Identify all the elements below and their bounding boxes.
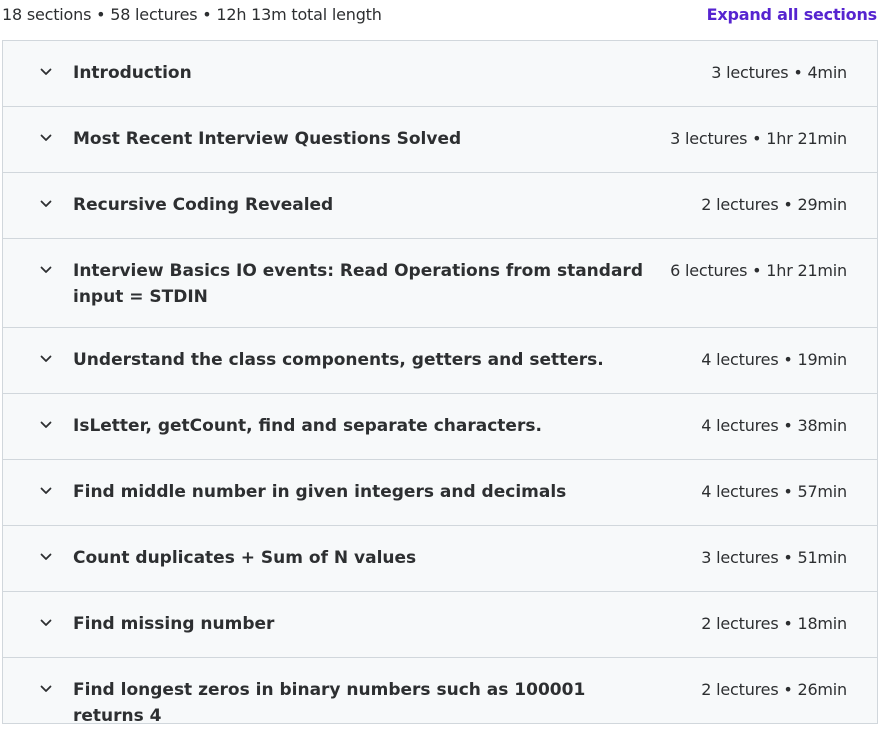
section-lecture-count: 2 lectures • 29min [701,195,847,214]
section-lecture-count: 2 lectures • 26min [701,680,847,699]
expand-all-sections-button[interactable]: Expand all sections [707,5,878,24]
section-lecture-count: 4 lectures • 57min [701,482,847,501]
section-header[interactable]: IsLetter, getCount, find and separate ch… [3,394,877,460]
section-title: Most Recent Interview Questions Solved [73,129,462,149]
curriculum-summary-bar: 18 sections • 58 lectures • 12h 13m tota… [0,0,879,28]
section-title: Recursive Coding Revealed [73,195,334,215]
section-title: Find missing number [73,614,275,634]
section-header[interactable]: Find missing number 2 lectures • 18min [3,592,877,658]
section-header[interactable]: Recursive Coding Revealed 2 lectures • 2… [3,173,877,239]
section-lecture-count: 3 lectures • 4min [711,63,847,82]
section-lecture-count: 4 lectures • 19min [701,350,847,369]
chevron-down-icon [39,418,53,432]
section-lecture-count: 3 lectures • 51min [701,548,847,567]
section-header[interactable]: Introduction 3 lectures • 4min [3,41,877,107]
chevron-down-icon [39,131,53,145]
section-lecture-count: 3 lectures • 1hr 21min [670,129,847,148]
section-title: Find longest zeros in binary numbers suc… [73,680,586,726]
section-lecture-count: 6 lectures • 1hr 21min [670,261,847,280]
curriculum-section-list: Introduction 3 lectures • 4min Most Rece… [2,40,878,726]
section-header[interactable]: Find middle number in given integers and… [3,460,877,526]
section-title: Understand the class components, getters… [73,350,604,370]
section-lecture-count: 4 lectures • 38min [701,416,847,435]
section-lecture-count: 2 lectures • 18min [701,614,847,633]
chevron-down-icon [39,484,53,498]
section-title: Interview Basics IO events: Read Operati… [73,261,643,307]
section-header[interactable]: Find longest zeros in binary numbers suc… [3,658,877,726]
curriculum-summary: 18 sections • 58 lectures • 12h 13m tota… [2,5,382,24]
section-header[interactable]: Interview Basics IO events: Read Operati… [3,239,877,328]
chevron-down-icon [39,550,53,564]
section-title: Count duplicates + Sum of N values [73,548,417,568]
chevron-down-icon [39,65,53,79]
chevron-down-icon [39,352,53,366]
chevron-down-icon [39,263,53,277]
chevron-down-icon [39,616,53,630]
section-header[interactable]: Count duplicates + Sum of N values 3 lec… [3,526,877,592]
chevron-down-icon [39,682,53,696]
chevron-down-icon [39,197,53,211]
section-header[interactable]: Understand the class components, getters… [3,328,877,394]
section-header[interactable]: Most Recent Interview Questions Solved 3… [3,107,877,173]
section-title: IsLetter, getCount, find and separate ch… [73,416,542,436]
section-title: Introduction [73,63,192,83]
section-title: Find middle number in given integers and… [73,482,567,502]
